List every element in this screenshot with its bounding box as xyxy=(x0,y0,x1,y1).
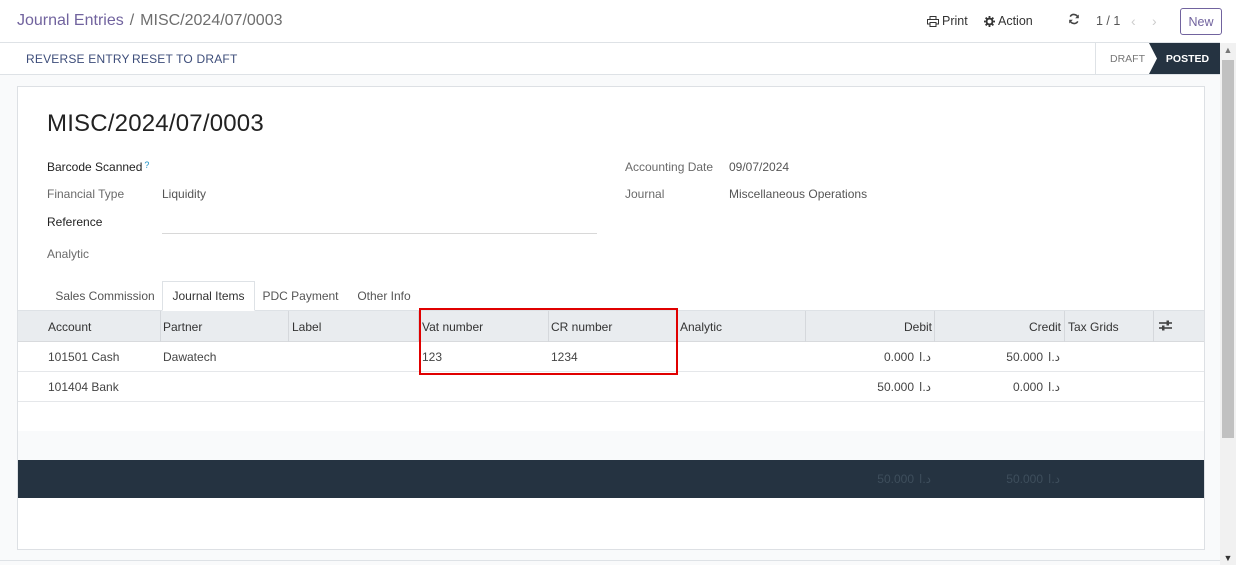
column-divider xyxy=(418,311,419,342)
column-divider xyxy=(160,311,161,342)
accounting-date-label: Accounting Date xyxy=(625,160,714,174)
table-row[interactable]: 101404 Bank 50.000 د.ا 0.000 د.ا xyxy=(18,372,1204,402)
scroll-up-arrow-icon[interactable]: ▲ xyxy=(1220,43,1236,57)
gear-icon xyxy=(984,15,995,27)
column-divider xyxy=(934,311,935,342)
total-debit: 50.000 xyxy=(877,472,914,486)
chevron-right-icon[interactable]: › xyxy=(1152,13,1157,29)
action-label: Action xyxy=(998,14,1033,28)
record-title: MISC/2024/07/0003 xyxy=(47,110,264,137)
column-divider xyxy=(805,311,806,342)
empty-row[interactable] xyxy=(18,402,1204,432)
reverse-entry-button[interactable]: REVERSE ENTRY xyxy=(26,52,130,66)
status-draft[interactable]: DRAFT xyxy=(1095,43,1159,74)
empty-row xyxy=(18,431,1204,461)
reset-to-draft-button[interactable]: RESET TO DRAFT xyxy=(132,52,238,66)
column-partner[interactable]: Partner xyxy=(163,311,202,342)
control-panel: Journal Entries / MISC/2024/07/0003 Print … xyxy=(0,0,1222,43)
breadcrumb-journal-entries[interactable]: Journal Entries xyxy=(17,12,124,29)
table-header: Account Partner Label Vat number CR numb… xyxy=(18,311,1204,342)
cell-debit[interactable]: 50.000 xyxy=(808,372,914,401)
print-icon xyxy=(927,15,939,27)
currency-symbol: د.ا xyxy=(919,379,932,394)
refresh-button[interactable] xyxy=(1068,13,1080,25)
cell-cr-number[interactable]: 1234 xyxy=(551,342,578,371)
cell-debit[interactable]: 0.000 xyxy=(808,342,914,371)
currency-symbol: د.ا xyxy=(1048,349,1061,364)
financial-type-value[interactable]: Liquidity xyxy=(162,187,206,201)
currency-symbol: د.ا xyxy=(1048,379,1061,394)
column-tax-grids[interactable]: Tax Grids xyxy=(1068,311,1119,342)
tab-pdc-payment[interactable]: PDC Payment xyxy=(255,281,346,311)
journal-value[interactable]: Miscellaneous Operations xyxy=(729,187,867,201)
scrollbar[interactable]: ▲ ▼ xyxy=(1220,43,1236,565)
breadcrumb-current: MISC/2024/07/0003 xyxy=(140,12,283,29)
currency-symbol: د.ا xyxy=(1048,472,1061,486)
analytic-label: Analytic xyxy=(47,247,90,261)
cell-account[interactable]: 101404 Bank xyxy=(48,372,119,401)
cell-account[interactable]: 101501 Cash xyxy=(48,342,119,371)
refresh-icon xyxy=(1068,13,1080,25)
scroll-down-arrow-icon[interactable]: ▼ xyxy=(1220,551,1236,565)
accounting-date-value[interactable]: 09/07/2024 xyxy=(729,160,789,174)
column-divider xyxy=(288,311,289,342)
column-divider xyxy=(677,311,678,342)
help-icon[interactable]: ? xyxy=(144,160,149,170)
tab-journal-items[interactable]: Journal Items xyxy=(162,281,255,311)
column-account[interactable]: Account xyxy=(48,311,91,342)
column-divider xyxy=(548,311,549,342)
journal-label: Journal xyxy=(625,187,665,201)
column-divider xyxy=(1064,311,1065,342)
column-credit[interactable]: Credit xyxy=(937,311,1061,342)
divider xyxy=(0,560,1220,561)
column-analytic[interactable]: Analytic xyxy=(680,311,722,342)
cell-vat-number[interactable]: 123 xyxy=(422,342,442,371)
action-button[interactable]: Action xyxy=(984,14,1033,28)
optional-columns-toggle[interactable] xyxy=(1159,311,1172,342)
status-bar: REVERSE ENTRY RESET TO DRAFT DRAFT POSTE… xyxy=(0,43,1220,75)
financial-type-label: Financial Type xyxy=(47,187,125,201)
total-credit: 50.000 xyxy=(1006,472,1043,486)
column-label[interactable]: Label xyxy=(292,311,321,342)
print-button[interactable]: Print xyxy=(927,14,968,28)
sliders-icon xyxy=(1159,320,1172,334)
breadcrumb-separator: / xyxy=(129,12,135,29)
barcode-scanned-label: Barcode Scanned? xyxy=(47,160,150,174)
reference-input[interactable] xyxy=(162,233,597,234)
breadcrumb: Journal Entries / MISC/2024/07/0003 xyxy=(17,12,283,30)
table-footer: 50.000 د.ا 50.000 د.ا xyxy=(18,460,1204,498)
column-divider xyxy=(1153,311,1154,342)
reference-label: Reference xyxy=(47,215,103,229)
scrollbar-thumb[interactable] xyxy=(1222,60,1234,438)
cell-credit[interactable]: 0.000 xyxy=(937,372,1043,401)
cell-credit[interactable]: 50.000 xyxy=(937,342,1043,371)
print-label: Print xyxy=(942,14,968,28)
table-row[interactable]: 101501 Cash Dawatech 123 1234 0.000 د.ا … xyxy=(18,342,1204,372)
column-debit[interactable]: Debit xyxy=(808,311,932,342)
column-cr-number[interactable]: CR number xyxy=(551,311,612,342)
status-posted: POSTED xyxy=(1149,43,1220,74)
tab-sales-commission[interactable]: Sales Commission xyxy=(47,281,163,311)
currency-symbol: د.ا xyxy=(919,472,932,486)
chevron-left-icon[interactable]: ‹ xyxy=(1131,13,1136,29)
column-vat-number[interactable]: Vat number xyxy=(422,311,483,342)
tab-other-info[interactable]: Other Info xyxy=(346,281,422,311)
new-button[interactable]: New xyxy=(1180,8,1222,35)
currency-symbol: د.ا xyxy=(919,349,932,364)
cell-partner[interactable]: Dawatech xyxy=(163,342,216,371)
pager-value[interactable]: 1 / 1 xyxy=(1096,14,1120,28)
